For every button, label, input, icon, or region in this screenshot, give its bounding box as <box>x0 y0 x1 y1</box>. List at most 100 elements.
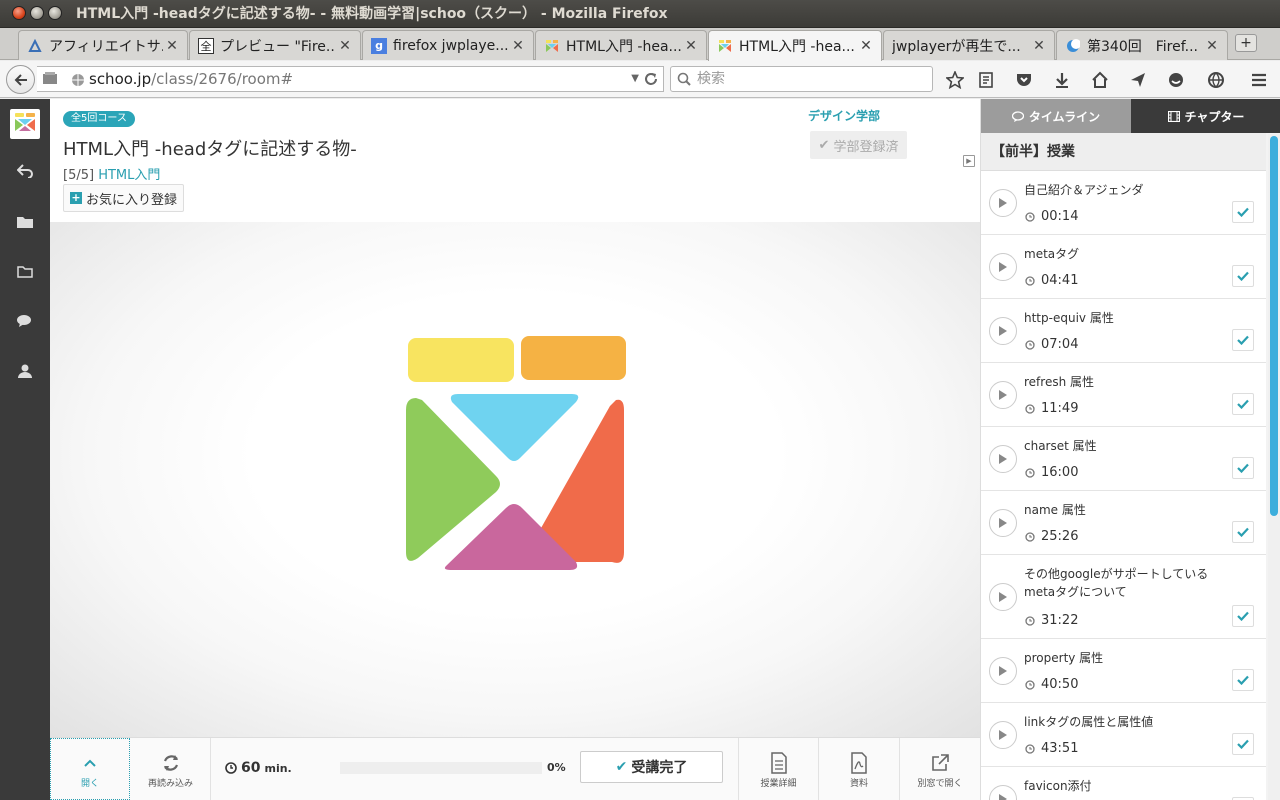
collapse-panel-icon[interactable]: ▶ <box>963 155 975 167</box>
check-icon[interactable] <box>1232 265 1254 287</box>
chapter-item[interactable]: その他googleがサポートしているmetaタグについて 31:22 <box>981 555 1266 639</box>
folder-filled-icon[interactable] <box>15 211 35 231</box>
chapter-time-value: 31:22 <box>1041 613 1079 628</box>
close-tab-icon[interactable]: ✕ <box>857 38 875 54</box>
affiliate-icon <box>27 38 43 54</box>
chapter-item[interactable]: metaタグ 04:41 <box>981 235 1266 299</box>
chapter-time: 25:26 <box>1025 529 1078 544</box>
tab-label: アフィリエイトサ... <box>49 38 163 55</box>
play-icon[interactable] <box>989 784 1017 800</box>
tab-chapter[interactable]: チャプター <box>1131 99 1280 133</box>
home-icon[interactable] <box>1090 70 1110 90</box>
chapter-item[interactable]: charset 属性 16:00 <box>981 427 1266 491</box>
check-icon[interactable] <box>1232 669 1254 691</box>
tab-google[interactable]: g firefox jwplaye... ✕ <box>362 30 534 60</box>
check-icon[interactable] <box>1232 521 1254 543</box>
close-tab-icon[interactable]: ✕ <box>1030 38 1048 54</box>
chapter-item[interactable]: linkタグの属性と属性値 43:51 <box>981 703 1266 767</box>
tab-schoo-active[interactable]: HTML入門 -hea... ✕ <box>708 30 882 61</box>
schoo-video-logo <box>406 336 626 570</box>
course-link[interactable]: HTML入門 <box>98 168 160 183</box>
reload-icon[interactable] <box>643 71 659 87</box>
play-icon[interactable] <box>989 582 1017 611</box>
url-text: schoo.jp/class/2676/room# <box>89 70 294 88</box>
play-icon[interactable] <box>989 656 1017 685</box>
popout-button[interactable]: 別窓で開く <box>900 738 980 800</box>
close-tab-icon[interactable]: ✕ <box>682 38 700 54</box>
maximize-window-button[interactable] <box>48 6 62 20</box>
video-player[interactable] <box>50 222 980 737</box>
clock-icon <box>1025 211 1035 222</box>
chapter-title: http-equiv 属性 <box>1024 311 1114 325</box>
tab-label: firefox jwplaye... <box>393 37 509 54</box>
play-icon[interactable] <box>989 720 1017 749</box>
chapter-item[interactable]: http-equiv 属性 07:04 <box>981 299 1266 363</box>
lesson-details-button[interactable]: 授業詳細 <box>738 738 819 800</box>
chapter-item[interactable]: refresh 属性 11:49 <box>981 363 1266 427</box>
check-icon[interactable] <box>1232 733 1254 755</box>
close-tab-icon[interactable]: ✕ <box>509 38 527 54</box>
department-link[interactable]: デザイン学部 <box>808 107 880 124</box>
play-icon[interactable] <box>989 252 1017 281</box>
check-icon[interactable] <box>1232 393 1254 415</box>
chevron-down-icon[interactable]: ▼ <box>631 67 639 91</box>
close-tab-icon[interactable]: ✕ <box>336 38 354 54</box>
search-input[interactable]: 検索 <box>670 66 933 92</box>
user-icon[interactable] <box>15 361 35 381</box>
url-bar[interactable]: schoo.jp/class/2676/room# ▼ <box>37 66 664 92</box>
complete-lesson-button[interactable]: ✔ 受講完了 <box>580 751 723 783</box>
search-icon <box>677 72 691 86</box>
comments-icon[interactable] <box>15 311 35 331</box>
download-icon[interactable] <box>1052 70 1072 90</box>
bookmark-star-icon[interactable] <box>945 70 965 90</box>
check-icon[interactable] <box>1232 605 1254 627</box>
tab-schoo-1[interactable]: HTML入門 -hea... ✕ <box>535 30 707 60</box>
check-icon[interactable] <box>1232 457 1254 479</box>
close-window-button[interactable] <box>12 6 26 20</box>
materials-button[interactable]: 資料 <box>819 738 900 800</box>
tab-affiliate[interactable]: アフィリエイトサ... ✕ <box>18 30 188 60</box>
scrollbar-thumb[interactable] <box>1270 136 1278 516</box>
back-button[interactable] <box>6 65 35 94</box>
duration-unit: min. <box>264 761 292 775</box>
main-content: 全5回コース HTML入門 -headタグに記述する物- [5/5] HTML入… <box>50 99 980 800</box>
check-icon[interactable] <box>1232 329 1254 351</box>
close-tab-icon[interactable]: ✕ <box>1203 38 1221 54</box>
pocket-icon[interactable] <box>1014 70 1034 90</box>
clock-icon <box>225 762 237 774</box>
tab-firefox[interactable]: 第340回 Firef... ✕ <box>1056 30 1228 60</box>
reading-list-icon[interactable] <box>976 70 996 90</box>
chat-smile-icon[interactable] <box>1166 70 1186 90</box>
return-icon[interactable] <box>15 161 35 181</box>
add-favorite-button[interactable]: + お気に入り登録 <box>63 184 185 212</box>
reload-button[interactable]: 再読み込み <box>131 738 211 800</box>
send-icon[interactable] <box>1128 70 1148 90</box>
minimize-window-button[interactable] <box>30 6 44 20</box>
library-icon[interactable] <box>39 72 61 86</box>
check-icon[interactable] <box>1232 201 1254 223</box>
play-icon[interactable] <box>989 380 1017 409</box>
tab-timeline[interactable]: タイムライン <box>981 99 1131 133</box>
play-icon[interactable] <box>989 316 1017 345</box>
play-icon[interactable] <box>989 444 1017 473</box>
chapter-item[interactable]: name 属性 25:26 <box>981 491 1266 555</box>
clock-icon <box>1025 275 1035 286</box>
chapter-item[interactable]: favicon添付 <box>981 767 1266 800</box>
tab-jwplayer[interactable]: jwplayerが再生で... ✕ <box>883 30 1055 60</box>
play-icon[interactable] <box>989 508 1017 537</box>
chapter-item[interactable]: 自己紹介＆アジェンダ 00:14 <box>981 171 1266 235</box>
schoo-logo-mark <box>15 113 35 131</box>
department-registered-button[interactable]: ✔ 学部登録済 <box>810 131 907 159</box>
tab-preview[interactable]: 全 プレビュー "Fire... ✕ <box>189 30 361 60</box>
schoo-logo[interactable] <box>10 109 40 139</box>
new-tab-button[interactable]: + <box>1235 34 1257 52</box>
open-button[interactable]: 開く <box>50 738 130 800</box>
menu-icon[interactable] <box>1249 70 1269 90</box>
globe-addon-icon[interactable] <box>1206 70 1226 90</box>
play-icon[interactable] <box>989 188 1017 217</box>
chapter-item[interactable]: property 属性 40:50 <box>981 639 1266 703</box>
scrollbar[interactable] <box>1268 134 1280 800</box>
chapter-title: name 属性 <box>1024 503 1086 517</box>
close-tab-icon[interactable]: ✕ <box>163 38 181 54</box>
folder-outline-icon[interactable] <box>15 261 35 281</box>
